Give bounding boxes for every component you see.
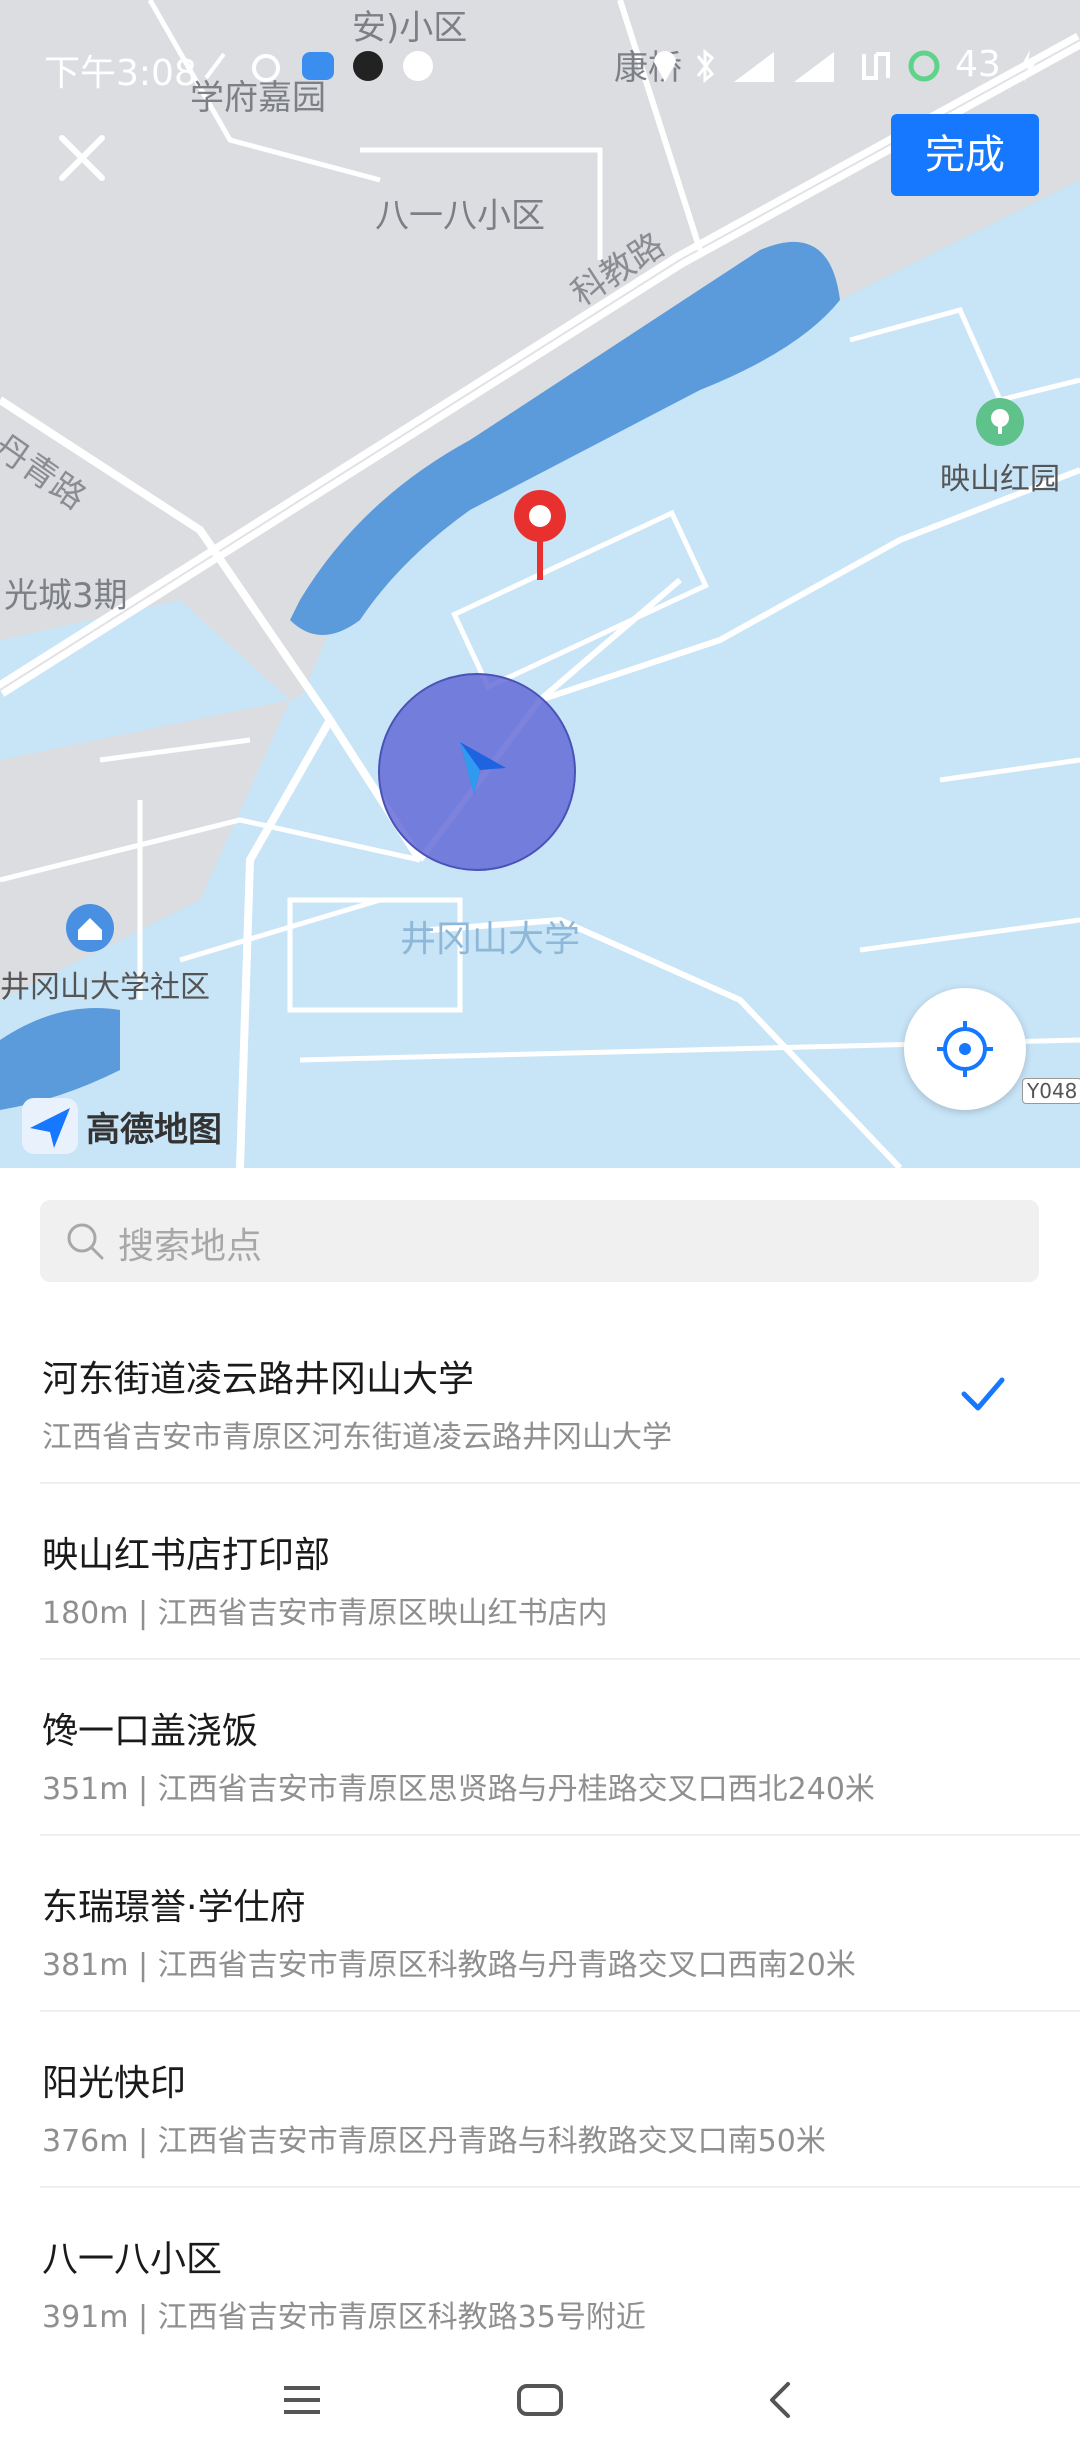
result-title: 馋一口盖浇饭 — [42, 1711, 259, 1752]
amap-logo-icon — [22, 1098, 78, 1154]
amap-brand-text: 高德地图 — [86, 1109, 222, 1150]
alarm-icon — [248, 48, 284, 93]
search-icon — [67, 1223, 104, 1260]
signal-5g-icon-2 — [790, 48, 838, 93]
result-title: 八一八小区 — [42, 2239, 223, 2280]
list-item[interactable]: 馋一口盖浇饭 351m | 江西省吉安市青原区思贤路与丹桂路交叉口西北240米 — [40, 1660, 1080, 1836]
check-icon — [961, 1377, 1005, 1411]
charging-icon — [1016, 48, 1040, 93]
home-icon[interactable] — [516, 2380, 564, 2420]
result-subtitle: 江西省吉安市青原区河东街道凌云路井冈山大学 — [42, 1420, 672, 1455]
result-title: 东瑞璟誉·学仕府 — [42, 1887, 306, 1928]
current-location-arrow-icon — [458, 740, 508, 800]
map-label-university: 井冈山大学 — [400, 919, 581, 960]
done-button[interactable]: 完成 — [891, 114, 1039, 196]
map-label-bayiba: 八一八小区 — [375, 196, 545, 236]
system-nav-bar — [0, 2350, 1080, 2460]
map-label-university-community: 井冈山大学社区 — [0, 970, 210, 1005]
network-icon — [858, 48, 894, 93]
bluetooth-icon — [690, 48, 720, 93]
location-pin-icon — [508, 486, 572, 586]
location-status-icon — [650, 48, 680, 93]
amap-brand: 高德地图 — [22, 1098, 222, 1154]
signal-5g-icon — [730, 48, 778, 93]
battery-level: 43 — [955, 44, 1001, 85]
status-time: 下午3:08 — [44, 53, 197, 94]
map-label-guangcheng: 光城3期 — [4, 576, 128, 616]
search-input[interactable]: 搜索地点 — [40, 1200, 1039, 1282]
result-title: 河东街道凌云路井冈山大学 — [42, 1359, 475, 1400]
back-icon[interactable] — [760, 2380, 800, 2420]
result-subtitle: 376m | 江西省吉安市青原区丹青路与科教路交叉口南50米 — [42, 2124, 826, 2159]
result-subtitle: 351m | 江西省吉安市青原区思贤路与丹桂路交叉口西北240米 — [42, 1772, 875, 1807]
result-title: 阳光快印 — [42, 2063, 187, 2104]
status-bar: 下午3:08 43 — [0, 40, 1080, 96]
app-notification-icon-2 — [350, 48, 386, 93]
list-item[interactable]: 东瑞璟誉·学仕府 381m | 江西省吉安市青原区科教路与丹青路交叉口西南20米 — [40, 1836, 1080, 2012]
list-item[interactable]: 映山红书店打印部 180m | 江西省吉安市青原区映山红书店内 — [40, 1484, 1080, 1660]
community-icon[interactable] — [66, 904, 114, 952]
app-notification-icon — [300, 48, 336, 93]
result-subtitle: 180m | 江西省吉安市青原区映山红书店内 — [42, 1596, 608, 1631]
park-icon[interactable] — [976, 398, 1024, 446]
road-code-label: Y048 — [1022, 1078, 1080, 1104]
search-placeholder: 搜索地点 — [118, 1226, 263, 1267]
map-label-yingshan-park: 映山红园 — [940, 462, 1060, 497]
menu-icon[interactable] — [282, 2380, 322, 2420]
result-subtitle: 381m | 江西省吉安市青原区科教路与丹青路交叉口西南20米 — [42, 1948, 856, 1983]
result-list: 河东街道凌云路井冈山大学 江西省吉安市青原区河东街道凌云路井冈山大学 映山红书店… — [0, 1308, 1080, 2362]
battery-ring-icon — [906, 48, 942, 93]
list-item[interactable]: 八一八小区 391m | 江西省吉安市青原区科教路35号附近 — [40, 2188, 1080, 2362]
locate-icon — [937, 1021, 993, 1077]
result-subtitle: 391m | 江西省吉安市青原区科教路35号附近 — [42, 2300, 646, 2335]
locate-button[interactable] — [904, 988, 1026, 1110]
list-item[interactable]: 阳光快印 376m | 江西省吉安市青原区丹青路与科教路交叉口南50米 — [40, 2012, 1080, 2188]
list-item[interactable]: 河东街道凌云路井冈山大学 江西省吉安市青原区河东街道凌云路井冈山大学 — [40, 1308, 1080, 1484]
result-title: 映山红书店打印部 — [42, 1535, 331, 1576]
close-button[interactable] — [52, 128, 112, 188]
location-panel: 搜索地点 河东街道凌云路井冈山大学 江西省吉安市青原区河东街道凌云路井冈山大学 … — [0, 1168, 1080, 2460]
mute-icon — [200, 48, 230, 93]
app-notification-icon-3 — [400, 48, 436, 93]
close-icon — [59, 135, 105, 181]
